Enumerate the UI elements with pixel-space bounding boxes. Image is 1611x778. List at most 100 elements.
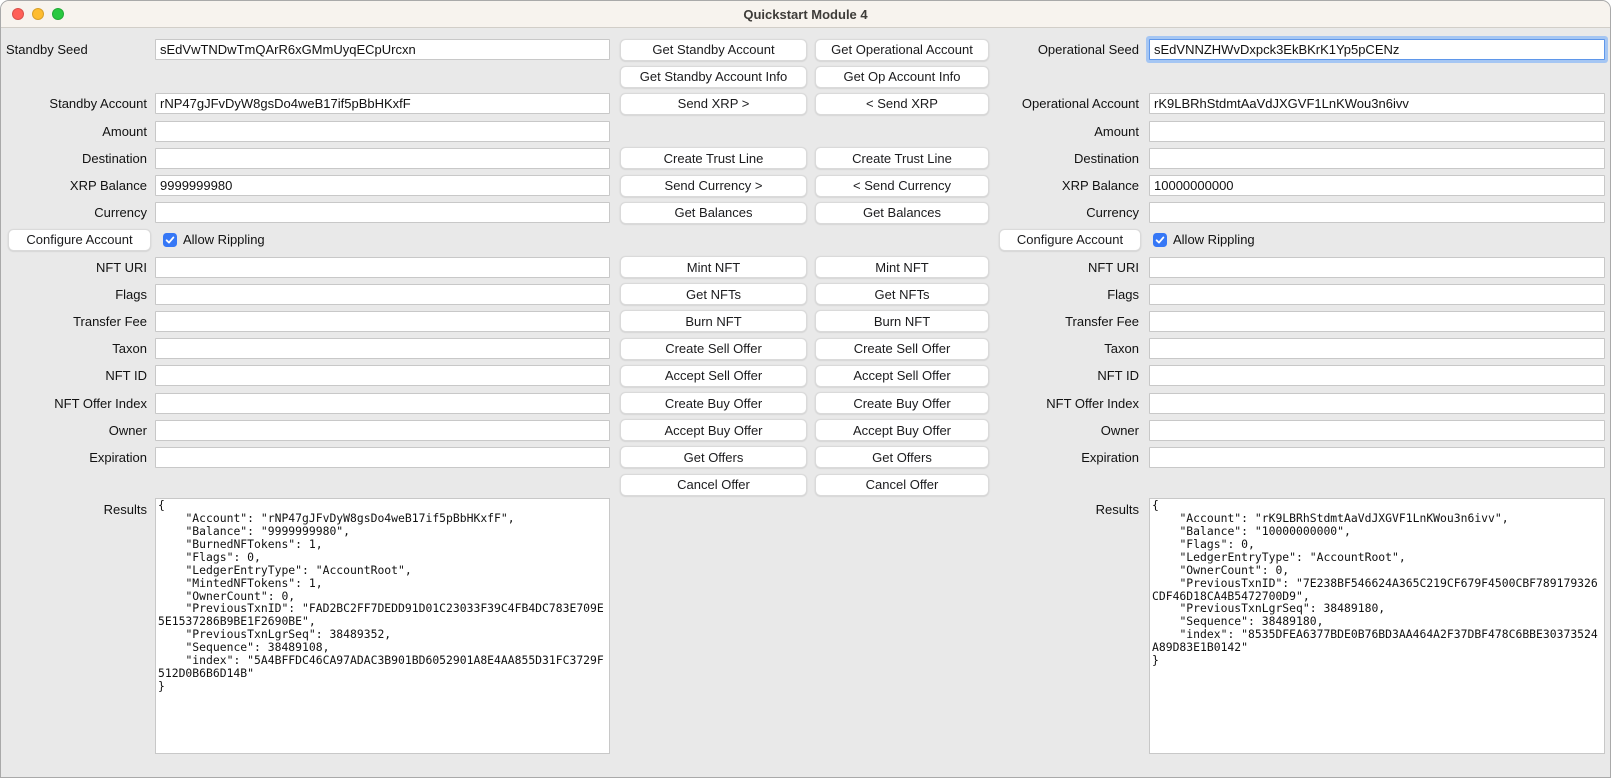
standby-currency-label: Currency bbox=[1, 199, 149, 226]
operational-currency-input[interactable] bbox=[1149, 202, 1605, 223]
create-trust-line-operational-button[interactable]: Create Trust Line bbox=[815, 147, 989, 169]
zoom-window-icon[interactable] bbox=[52, 8, 64, 20]
standby-nft-uri-input[interactable] bbox=[155, 257, 610, 278]
operational-owner-input[interactable] bbox=[1149, 420, 1605, 441]
app-window: Quickstart Module 4 Standby Seed Get Sta… bbox=[0, 0, 1611, 778]
operational-amount-label: Amount bbox=[994, 118, 1144, 145]
standby-nft-id-input[interactable] bbox=[155, 365, 610, 386]
standby-expiration-label: Expiration bbox=[1, 444, 149, 471]
send-xrp-to-standby-button[interactable]: < Send XRP bbox=[815, 93, 989, 115]
send-currency-to-standby-button[interactable]: < Send Currency bbox=[815, 175, 989, 197]
configure-standby-account-button[interactable]: Configure Account bbox=[8, 229, 151, 251]
standby-flags-label: Flags bbox=[1, 281, 149, 308]
close-window-icon[interactable] bbox=[12, 8, 24, 20]
standby-results-label: Results bbox=[1, 498, 149, 754]
operational-destination-input[interactable] bbox=[1149, 148, 1605, 169]
standby-seed-input[interactable] bbox=[155, 39, 610, 60]
send-xrp-to-operational-button[interactable]: Send XRP > bbox=[620, 93, 807, 115]
standby-nft-offer-index-input[interactable] bbox=[155, 393, 610, 414]
standby-transfer-fee-input[interactable] bbox=[155, 311, 610, 332]
standby-owner-input[interactable] bbox=[155, 420, 610, 441]
operational-xrp-balance-label: XRP Balance bbox=[994, 172, 1144, 199]
get-balances-standby-button[interactable]: Get Balances bbox=[620, 202, 807, 224]
send-currency-to-operational-button[interactable]: Send Currency > bbox=[620, 175, 807, 197]
accept-buy-offer-operational-button[interactable]: Accept Buy Offer bbox=[815, 419, 989, 441]
operational-nft-id-input[interactable] bbox=[1149, 365, 1605, 386]
standby-destination-input[interactable] bbox=[155, 148, 610, 169]
operational-currency-label: Currency bbox=[994, 199, 1144, 226]
standby-expiration-input[interactable] bbox=[155, 447, 610, 468]
burn-nft-operational-button[interactable]: Burn NFT bbox=[815, 310, 989, 332]
get-offers-standby-button[interactable]: Get Offers bbox=[620, 446, 807, 468]
get-nfts-operational-button[interactable]: Get NFTs bbox=[815, 283, 989, 305]
get-standby-account-info-button[interactable]: Get Standby Account Info bbox=[620, 66, 807, 88]
standby-account-input[interactable] bbox=[155, 93, 610, 114]
accept-buy-offer-standby-button[interactable]: Accept Buy Offer bbox=[620, 419, 807, 441]
standby-destination-label: Destination bbox=[1, 145, 149, 172]
standby-flags-input[interactable] bbox=[155, 284, 610, 305]
operational-taxon-input[interactable] bbox=[1149, 338, 1605, 359]
operational-seed-label: Operational Seed bbox=[994, 36, 1144, 63]
operational-owner-label: Owner bbox=[994, 417, 1144, 444]
operational-amount-input[interactable] bbox=[1149, 121, 1605, 142]
standby-currency-input[interactable] bbox=[155, 202, 610, 223]
standby-nft-uri-label: NFT URI bbox=[1, 254, 149, 281]
standby-xrp-balance-input[interactable] bbox=[155, 175, 610, 196]
burn-nft-standby-button[interactable]: Burn NFT bbox=[620, 310, 807, 332]
get-operational-account-button[interactable]: Get Operational Account bbox=[815, 39, 989, 61]
standby-taxon-label: Taxon bbox=[1, 335, 149, 362]
configure-operational-account-button[interactable]: Configure Account bbox=[999, 229, 1141, 251]
operational-account-label: Operational Account bbox=[994, 90, 1144, 117]
main-content: Standby Seed Get Standby Account Get Ope… bbox=[1, 28, 1610, 754]
accept-sell-offer-operational-button[interactable]: Accept Sell Offer bbox=[815, 365, 989, 387]
operational-allow-rippling-checkbox[interactable] bbox=[1153, 233, 1167, 247]
standby-transfer-fee-label: Transfer Fee bbox=[1, 308, 149, 335]
get-offers-operational-button[interactable]: Get Offers bbox=[815, 446, 989, 468]
operational-expiration-label: Expiration bbox=[994, 444, 1144, 471]
standby-nft-id-label: NFT ID bbox=[1, 362, 149, 389]
get-balances-operational-button[interactable]: Get Balances bbox=[815, 202, 989, 224]
operational-flags-input[interactable] bbox=[1149, 284, 1605, 305]
operational-expiration-input[interactable] bbox=[1149, 447, 1605, 468]
operational-seed-input[interactable] bbox=[1149, 39, 1605, 60]
operational-flags-label: Flags bbox=[994, 281, 1144, 308]
cancel-offer-standby-button[interactable]: Cancel Offer bbox=[620, 474, 807, 496]
operational-account-input[interactable] bbox=[1149, 93, 1605, 114]
operational-nft-offer-index-label: NFT Offer Index bbox=[994, 389, 1144, 416]
standby-allow-rippling-checkbox[interactable] bbox=[163, 233, 177, 247]
create-buy-offer-operational-button[interactable]: Create Buy Offer bbox=[815, 392, 989, 414]
operational-nft-offer-index-input[interactable] bbox=[1149, 393, 1605, 414]
standby-results-textarea[interactable] bbox=[155, 498, 610, 754]
get-op-account-info-button[interactable]: Get Op Account Info bbox=[815, 66, 989, 88]
standby-amount-input[interactable] bbox=[155, 121, 610, 142]
cancel-offer-operational-button[interactable]: Cancel Offer bbox=[815, 474, 989, 496]
get-standby-account-button[interactable]: Get Standby Account bbox=[620, 39, 807, 61]
minimize-window-icon[interactable] bbox=[32, 8, 44, 20]
standby-taxon-input[interactable] bbox=[155, 338, 610, 359]
operational-nft-id-label: NFT ID bbox=[994, 362, 1144, 389]
mint-nft-operational-button[interactable]: Mint NFT bbox=[815, 256, 989, 278]
operational-results-label: Results bbox=[994, 498, 1144, 754]
operational-transfer-fee-input[interactable] bbox=[1149, 311, 1605, 332]
standby-owner-label: Owner bbox=[1, 417, 149, 444]
get-nfts-standby-button[interactable]: Get NFTs bbox=[620, 283, 807, 305]
create-sell-offer-operational-button[interactable]: Create Sell Offer bbox=[815, 338, 989, 360]
create-trust-line-standby-button[interactable]: Create Trust Line bbox=[620, 147, 807, 169]
create-sell-offer-standby-button[interactable]: Create Sell Offer bbox=[620, 338, 807, 360]
operational-allow-rippling-label: Allow Rippling bbox=[1173, 232, 1255, 247]
standby-xrp-balance-label: XRP Balance bbox=[1, 172, 149, 199]
standby-amount-label: Amount bbox=[1, 118, 149, 145]
standby-account-label: Standby Account bbox=[1, 90, 149, 117]
window-title: Quickstart Module 4 bbox=[743, 7, 867, 22]
create-buy-offer-standby-button[interactable]: Create Buy Offer bbox=[620, 392, 807, 414]
mint-nft-standby-button[interactable]: Mint NFT bbox=[620, 256, 807, 278]
operational-transfer-fee-label: Transfer Fee bbox=[994, 308, 1144, 335]
operational-xrp-balance-input[interactable] bbox=[1149, 175, 1605, 196]
standby-seed-label: Standby Seed bbox=[1, 36, 149, 63]
operational-nft-uri-label: NFT URI bbox=[994, 254, 1144, 281]
operational-results-textarea[interactable] bbox=[1149, 498, 1605, 754]
window-controls bbox=[12, 1, 64, 27]
title-bar: Quickstart Module 4 bbox=[1, 1, 1610, 28]
operational-nft-uri-input[interactable] bbox=[1149, 257, 1605, 278]
accept-sell-offer-standby-button[interactable]: Accept Sell Offer bbox=[620, 365, 807, 387]
